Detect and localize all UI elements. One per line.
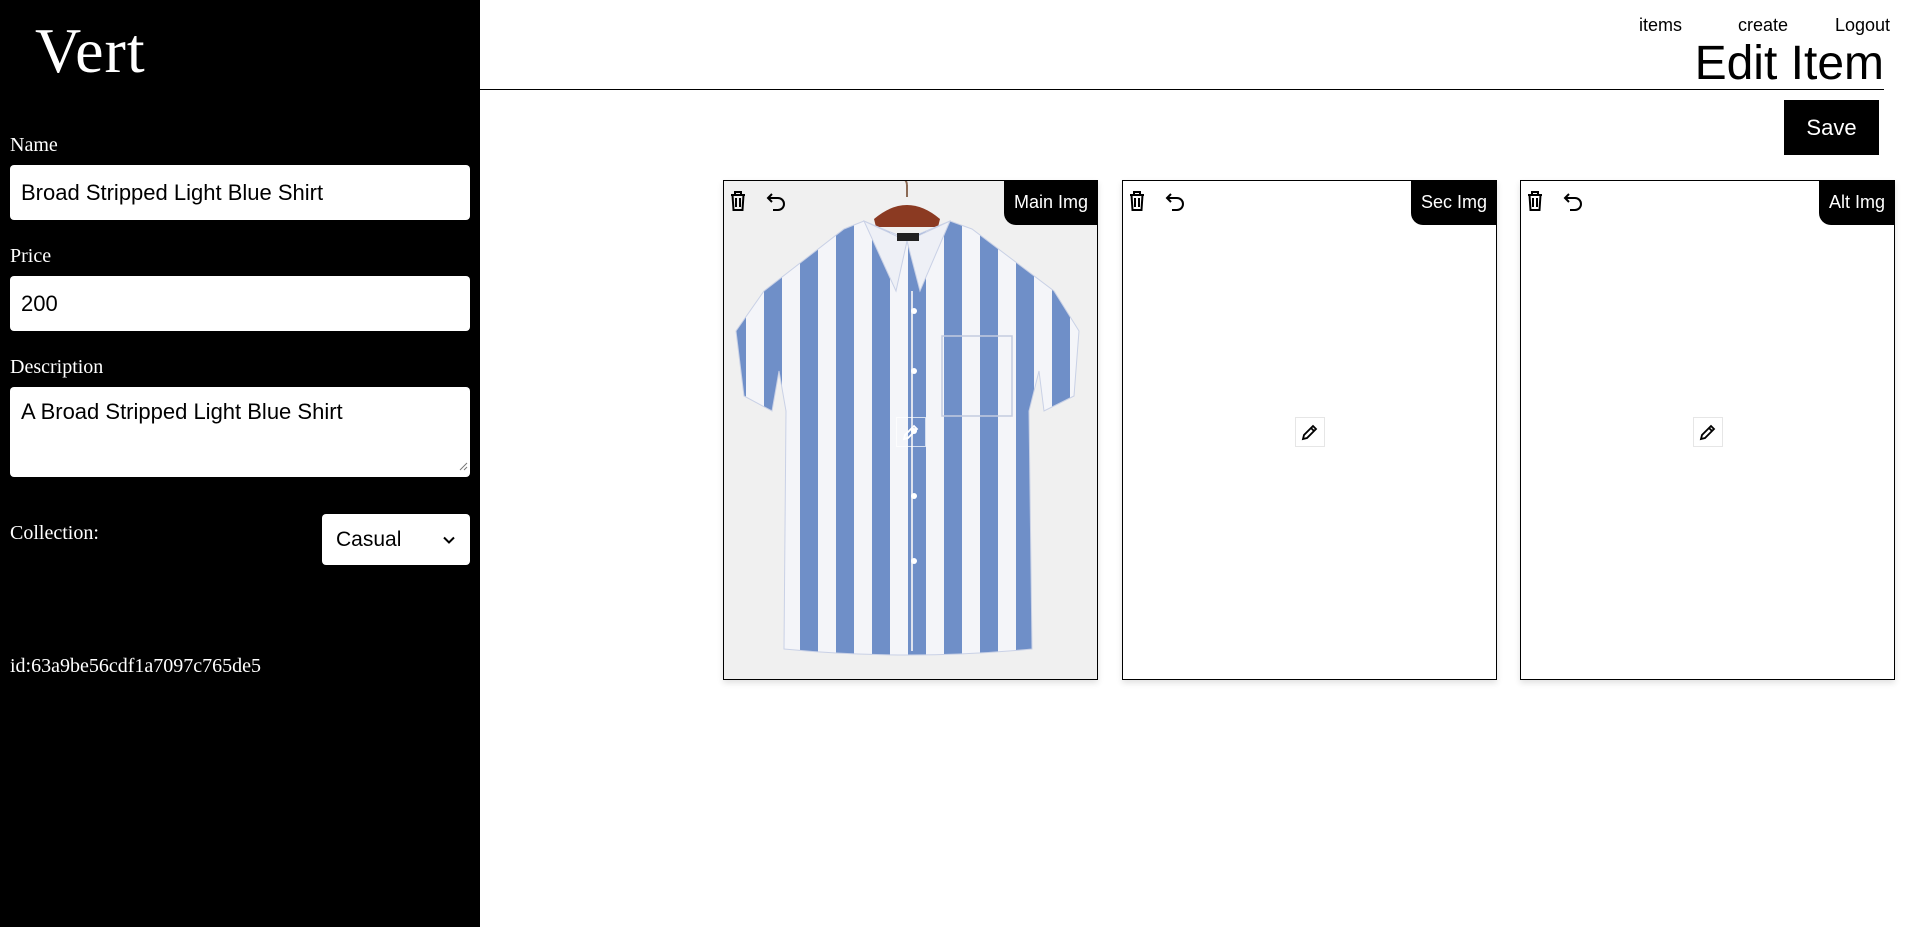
chevron-down-icon [443, 536, 455, 544]
edit-secondary-image-button[interactable] [1295, 417, 1325, 447]
collection-select[interactable]: Casual [322, 514, 470, 565]
edit-alt-image-button[interactable] [1693, 417, 1723, 447]
undo-alt-image-button[interactable] [1559, 187, 1587, 215]
alt-image-tag: Alt Img [1818, 181, 1894, 225]
description-label: Description [10, 356, 104, 378]
undo-main-image-button[interactable] [762, 187, 790, 215]
delete-main-image-button[interactable] [724, 187, 752, 215]
undo-icon [1563, 193, 1582, 211]
price-input[interactable] [10, 276, 470, 331]
nav-logout-link[interactable]: Logout [1835, 15, 1890, 36]
collection-selected-value: Casual [336, 527, 402, 551]
alt-image-card: Alt Img [1520, 180, 1895, 680]
header-divider [480, 89, 1884, 90]
nav-create-link[interactable]: create [1738, 15, 1788, 36]
page-title: Edit Item [1694, 37, 1884, 90]
save-button[interactable]: Save [1784, 100, 1879, 155]
undo-secondary-image-button[interactable] [1161, 187, 1189, 215]
delete-secondary-image-button[interactable] [1123, 187, 1151, 215]
brand-logo: Vert [35, 15, 146, 86]
sidebar: Vert Name Price Description A Broad Stri… [0, 0, 480, 927]
name-input[interactable] [10, 165, 470, 220]
pencil-icon [1699, 424, 1716, 441]
trash-icon [1130, 191, 1144, 211]
secondary-image-card: Sec Img [1122, 180, 1497, 680]
trash-icon [1528, 191, 1542, 211]
undo-icon [1165, 193, 1184, 211]
nav-items-link[interactable]: items [1639, 15, 1682, 36]
price-label: Price [10, 245, 52, 267]
main-image-card: Main Img [723, 180, 1098, 680]
undo-icon [766, 193, 785, 211]
delete-alt-image-button[interactable] [1521, 187, 1549, 215]
description-textarea[interactable]: A Broad Stripped Light Blue Shirt [10, 387, 470, 477]
edit-main-image-button[interactable] [896, 417, 926, 447]
trash-icon [731, 191, 745, 211]
name-label: Name [10, 134, 58, 156]
pencil-icon [1301, 424, 1318, 441]
secondary-image-tag: Sec Img [1410, 181, 1496, 225]
main-image-tag: Main Img [1003, 181, 1097, 225]
pencil-icon [902, 424, 919, 441]
collection-label: Collection: [10, 522, 99, 544]
resize-grip-icon[interactable] [458, 461, 468, 471]
item-id: id:63a9be56cdf1a7097c765de5 [10, 655, 262, 677]
